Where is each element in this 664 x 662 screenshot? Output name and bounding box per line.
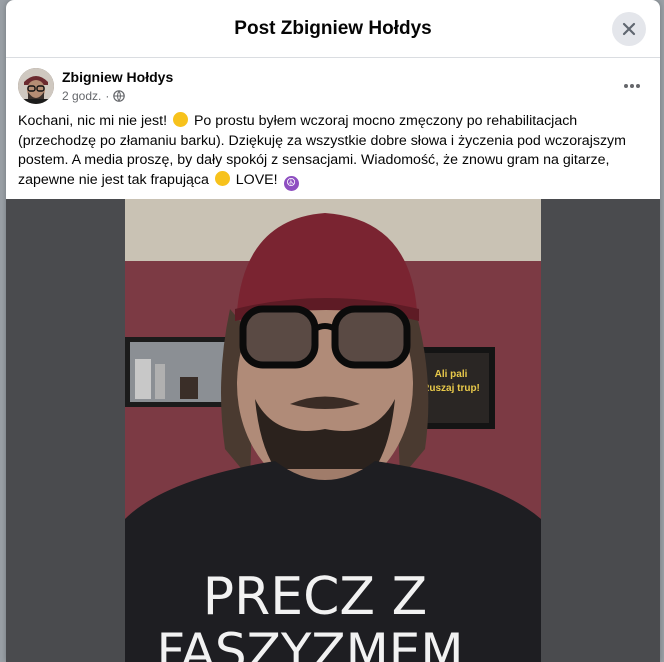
post-timestamp[interactable]: 2 godz.: [62, 89, 101, 103]
poster-text: Ali pali: [435, 369, 468, 380]
close-button[interactable]: [612, 12, 646, 46]
post-text-part1: Kochani, nic mi nie jest!: [18, 113, 168, 129]
close-icon: [622, 22, 636, 36]
post-dialog: Post Zbigniew Hołdys Zbigniew Hołdys 2 g…: [6, 0, 660, 662]
more-horizontal-icon: [624, 84, 640, 88]
peace-emoji-icon: ☮: [283, 175, 299, 191]
meta-separator: ·: [105, 89, 110, 103]
post-media[interactable]: Ali pali Ruszaj trup! PRECZ Z FASZYZMEM: [6, 199, 660, 662]
smile-emoji-icon: [173, 112, 188, 127]
post-meta: 2 godz. ·: [62, 89, 126, 103]
author-name-link[interactable]: Zbigniew Hołdys: [62, 69, 173, 85]
avatar[interactable]: [18, 68, 54, 104]
globe-icon[interactable]: [113, 90, 126, 102]
dialog-title: Post Zbigniew Hołdys: [234, 17, 432, 39]
shirt-text-line2: FASZYZMEM: [156, 623, 463, 662]
post-author-row: Zbigniew Hołdys 2 godz. ·: [18, 66, 648, 110]
more-options-button[interactable]: [618, 72, 646, 100]
svg-text:Ruszaj trup!: Ruszaj trup!: [422, 383, 480, 394]
post-text-part3: LOVE!: [235, 171, 278, 188]
smile-emoji-icon: [214, 170, 230, 186]
post-text: Kochani, nic mi nie jest! Po prostu byłe…: [18, 112, 644, 191]
shirt-text-line1: PRECZ Z: [203, 567, 427, 627]
dialog-header: Post Zbigniew Hołdys: [6, 0, 660, 58]
post-photo[interactable]: Ali pali Ruszaj trup! PRECZ Z FASZYZMEM: [125, 199, 541, 662]
